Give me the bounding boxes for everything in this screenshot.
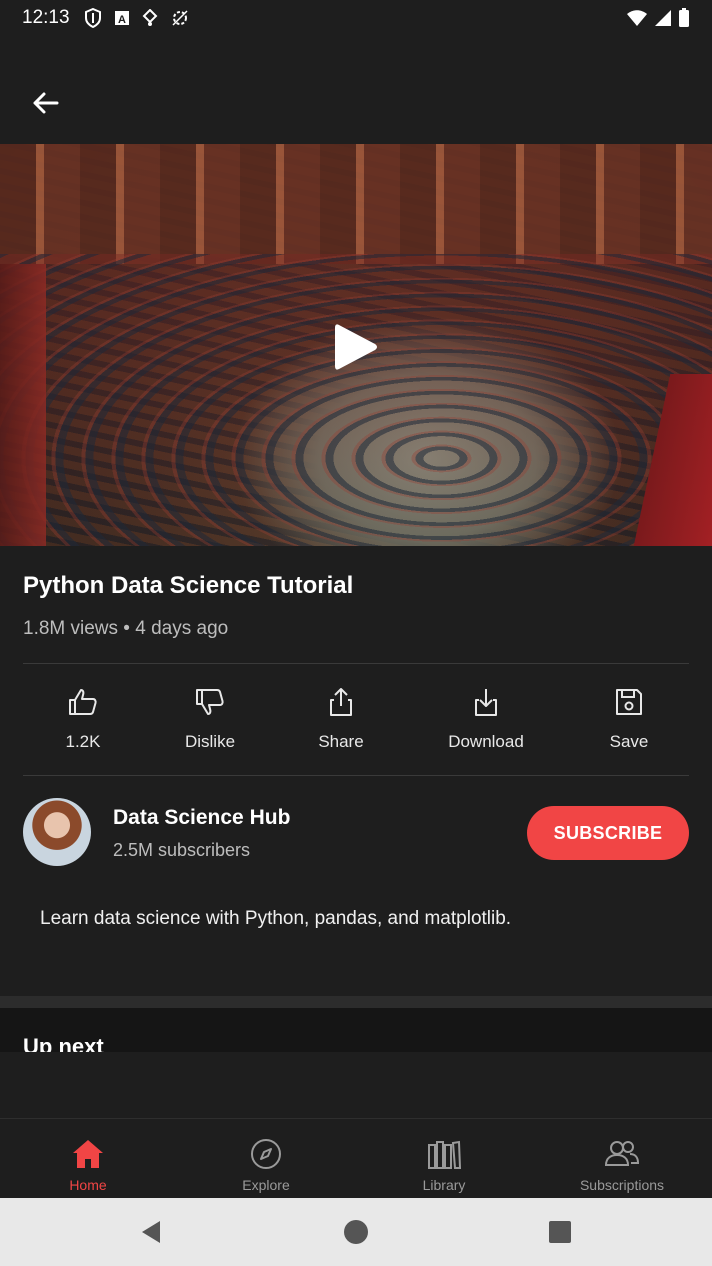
back-button[interactable] bbox=[26, 84, 64, 122]
shield-icon bbox=[84, 8, 101, 28]
thumbs-down-icon bbox=[194, 686, 226, 718]
nav-item-subscriptions[interactable]: Subscriptions bbox=[562, 1137, 682, 1193]
status-time: 12:13 bbox=[22, 7, 70, 28]
video-thumbnail-seats bbox=[0, 254, 712, 546]
bottom-navigation: Home Explore Library Subscriptions bbox=[0, 1118, 712, 1199]
share-label: Share bbox=[318, 732, 364, 751]
share-icon bbox=[325, 686, 357, 718]
download-label: Download bbox=[448, 732, 524, 751]
subscriptions-icon bbox=[604, 1141, 640, 1166]
thumbs-up-icon bbox=[67, 686, 99, 718]
subscribe-button[interactable]: SUBSCRIBE bbox=[527, 806, 689, 860]
back-arrow-icon bbox=[33, 92, 59, 114]
video-description: Learn data science with Python, pandas, … bbox=[40, 908, 512, 929]
save-icon bbox=[613, 686, 645, 718]
like-count: 1.2K bbox=[65, 732, 101, 751]
nav-item-library[interactable]: Library bbox=[384, 1137, 504, 1193]
nav-item-label: Subscriptions bbox=[579, 1177, 665, 1193]
system-home-icon[interactable] bbox=[342, 1218, 370, 1246]
channel-avatar[interactable] bbox=[23, 798, 91, 866]
video-thumbnail-curtain-left bbox=[0, 264, 46, 546]
save-label: Save bbox=[609, 732, 649, 751]
play-icon[interactable] bbox=[333, 322, 379, 372]
status-bar: 12:13 A bbox=[0, 0, 712, 36]
svg-text:A: A bbox=[118, 14, 126, 26]
section-separator bbox=[0, 996, 712, 1008]
divider bbox=[23, 775, 689, 776]
like-button[interactable]: 1.2K bbox=[43, 686, 123, 752]
wifi-icon bbox=[627, 10, 647, 26]
system-navigation-bar bbox=[0, 1198, 712, 1266]
top-app-bar bbox=[0, 36, 712, 144]
location-icon bbox=[142, 9, 157, 26]
channel-subscriber-count: 2.5M subscribers bbox=[113, 840, 251, 860]
video-thumbnail-wall bbox=[0, 144, 712, 264]
divider bbox=[23, 663, 689, 664]
library-icon bbox=[428, 1140, 461, 1169]
compass-icon bbox=[251, 1139, 281, 1169]
up-next-section: Up next bbox=[0, 1008, 712, 1052]
save-button[interactable]: Save bbox=[589, 686, 669, 752]
battery-icon bbox=[679, 8, 689, 27]
debug-icon bbox=[172, 10, 188, 26]
nav-item-label: Home bbox=[69, 1177, 107, 1193]
nav-item-label: Explore bbox=[242, 1177, 290, 1193]
nav-item-explore[interactable]: Explore bbox=[206, 1137, 326, 1193]
channel-name[interactable]: Data Science Hub bbox=[113, 806, 290, 830]
up-next-heading: Up next bbox=[23, 1034, 104, 1052]
system-recents-icon[interactable] bbox=[546, 1218, 574, 1246]
share-button[interactable]: Share bbox=[301, 686, 381, 752]
nav-item-home[interactable]: Home bbox=[28, 1137, 148, 1193]
download-button[interactable]: Download bbox=[436, 686, 536, 752]
video-meta: 1.8M views • 4 days ago bbox=[23, 618, 229, 639]
action-row: 1.2K Dislike Share Download Save bbox=[0, 686, 712, 758]
font-icon: A bbox=[114, 11, 129, 26]
download-icon bbox=[470, 686, 502, 718]
system-back-icon[interactable] bbox=[138, 1218, 166, 1246]
nav-item-label: Library bbox=[422, 1177, 466, 1193]
home-icon bbox=[73, 1140, 103, 1168]
dislike-label: Dislike bbox=[184, 732, 236, 751]
signal-icon bbox=[655, 10, 671, 26]
dislike-button[interactable]: Dislike bbox=[170, 686, 250, 752]
video-title: Python Data Science Tutorial bbox=[23, 572, 354, 599]
